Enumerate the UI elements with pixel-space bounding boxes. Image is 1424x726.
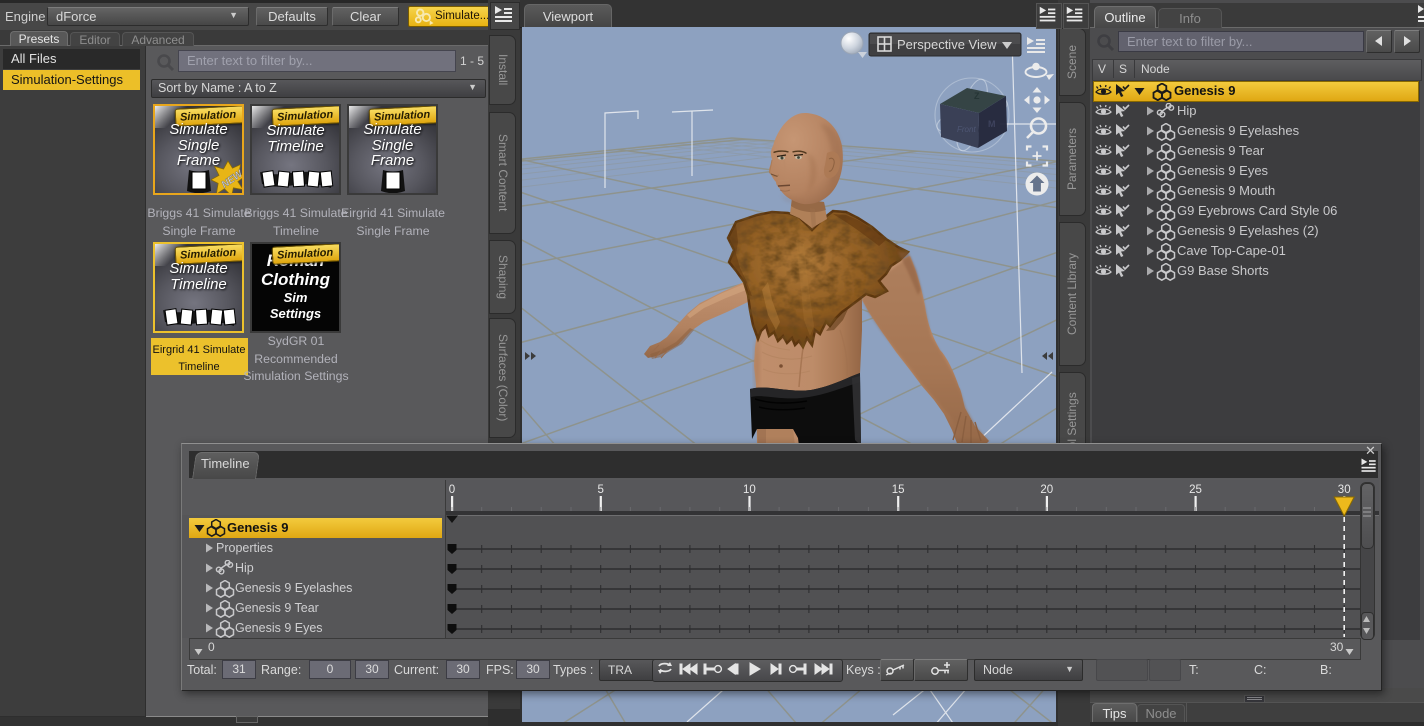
svg-text:Perspective View: Perspective View [897, 37, 997, 52]
svg-text:Z: Z [974, 91, 980, 101]
svg-text:10: 10 [743, 484, 756, 496]
svg-text:0: 0 [449, 484, 455, 496]
svg-text:25: 25 [1189, 484, 1202, 496]
svg-text:15: 15 [892, 484, 905, 496]
svg-text:20: 20 [1040, 484, 1053, 496]
svg-text:Front: Front [957, 125, 976, 134]
svg-text:5: 5 [597, 484, 603, 496]
svg-text:30: 30 [1338, 484, 1351, 496]
svg-text:M: M [988, 119, 996, 129]
